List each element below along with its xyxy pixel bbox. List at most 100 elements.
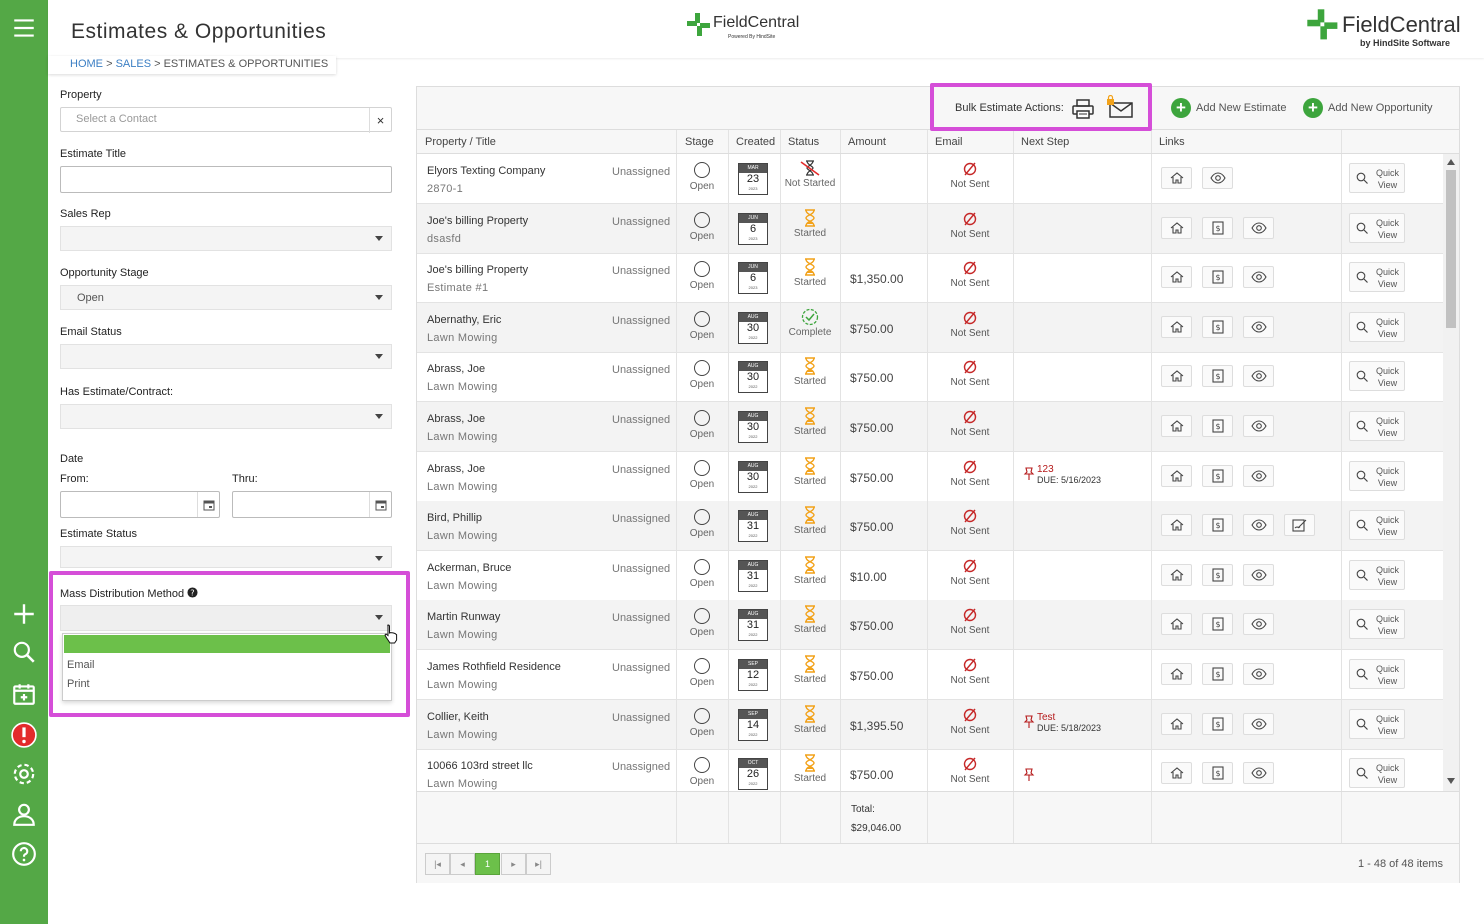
add-new-estimate-button[interactable]: + Add New Estimate	[1171, 98, 1286, 118]
estimate-doc-button[interactable]: $	[1202, 266, 1233, 289]
view-button[interactable]	[1243, 464, 1274, 487]
date-thru-input[interactable]	[232, 491, 392, 518]
estimate-doc-button[interactable]: $	[1202, 464, 1233, 487]
scrollbar-thumb[interactable]	[1446, 170, 1456, 328]
property-home-button[interactable]	[1161, 712, 1192, 735]
date-from-input[interactable]	[60, 491, 220, 518]
quick-view-button[interactable]: Quick View	[1349, 758, 1405, 789]
property-name[interactable]: Abrass, Joe	[427, 363, 485, 375]
help-icon[interactable]: ?	[187, 587, 198, 598]
property-home-button[interactable]	[1161, 266, 1192, 289]
property-name[interactable]: James Rothfield Residence	[427, 661, 561, 673]
breadcrumb-home-link[interactable]: HOME	[70, 58, 103, 70]
col-stage[interactable]: Stage	[685, 136, 714, 148]
quick-view-button[interactable]: Quick View	[1349, 163, 1405, 193]
property-name[interactable]: Joe's billing Property	[427, 264, 528, 276]
table-row[interactable]: Ackerman, Bruce Lawn Mowing Unassigned Open…	[417, 550, 1443, 601]
property-home-button[interactable]	[1161, 514, 1192, 537]
page-1-button[interactable]: 1	[475, 853, 500, 875]
col-created[interactable]: Created	[736, 136, 775, 148]
estimate-doc-button[interactable]: $	[1202, 762, 1233, 785]
property-home-button[interactable]	[1161, 563, 1192, 586]
prev-page-button[interactable]: ◂	[450, 853, 475, 875]
hamburger-menu-icon[interactable]	[8, 12, 40, 44]
calendar-icon[interactable]	[369, 492, 391, 517]
view-button[interactable]	[1243, 613, 1274, 636]
has-estimate-select[interactable]	[60, 404, 392, 429]
calendar-icon[interactable]	[197, 492, 219, 517]
estimate-doc-button[interactable]: $	[1202, 613, 1233, 636]
property-name[interactable]: Collier, Keith	[427, 711, 489, 723]
table-row[interactable]: Joe's billing Property dsasfd Unassigned Op…	[417, 203, 1443, 254]
next-page-button[interactable]: ▸	[501, 853, 526, 875]
clear-icon[interactable]: ×	[369, 108, 391, 133]
calendar-add-icon[interactable]	[8, 678, 40, 710]
table-row[interactable]: Bird, Phillip Lawn Mowing Unassigned Open AU…	[417, 501, 1443, 552]
sign-contract-button[interactable]	[1284, 514, 1315, 537]
table-row[interactable]: 10066 103rd street llc Lawn Mowing Unassig…	[417, 749, 1443, 791]
quick-view-button[interactable]: Quick View	[1349, 510, 1405, 541]
view-button[interactable]	[1243, 216, 1274, 239]
property-home-button[interactable]	[1161, 315, 1192, 338]
view-button[interactable]	[1243, 415, 1274, 437]
view-button[interactable]	[1243, 663, 1274, 685]
property-home-button[interactable]	[1161, 762, 1192, 785]
quick-view-button[interactable]: Quick View	[1349, 708, 1405, 739]
property-home-button[interactable]	[1161, 464, 1192, 487]
property-home-button[interactable]	[1161, 663, 1192, 685]
quick-view-button[interactable]: Quick View	[1349, 311, 1405, 342]
sales-rep-select[interactable]	[60, 226, 392, 251]
table-row[interactable]: Abrass, Joe Lawn Mowing Unassigned Open AUG 3…	[417, 451, 1443, 502]
estimate-doc-button[interactable]: $	[1202, 663, 1233, 685]
estimate-doc-button[interactable]: $	[1202, 415, 1233, 437]
search-icon[interactable]	[8, 636, 40, 668]
property-name[interactable]: Ackerman, Bruce	[427, 562, 511, 574]
add-icon[interactable]	[8, 598, 40, 630]
dropdown-option-email[interactable]: Email	[63, 654, 391, 676]
view-button[interactable]	[1243, 762, 1274, 785]
scroll-up-icon[interactable]	[1447, 159, 1455, 165]
col-amount[interactable]: Amount	[848, 136, 886, 148]
breadcrumb-sales-link[interactable]: SALES	[116, 58, 151, 70]
estimate-doc-button[interactable]: $	[1202, 514, 1233, 537]
view-button[interactable]	[1243, 266, 1274, 289]
dropdown-option-print[interactable]: Print	[63, 676, 391, 698]
col-next-step[interactable]: Next Step	[1021, 136, 1069, 148]
property-name[interactable]: Joe's billing Property	[427, 215, 528, 227]
add-new-opportunity-button[interactable]: + Add New Opportunity	[1303, 98, 1433, 118]
quick-view-button[interactable]: Quick View	[1349, 659, 1405, 689]
property-name[interactable]: Abrass, Joe	[427, 413, 485, 425]
mass-distribution-select[interactable]	[60, 605, 392, 631]
col-status[interactable]: Status	[788, 136, 819, 148]
estimate-status-select[interactable]	[60, 546, 392, 568]
property-name[interactable]: Elyors Texting Company	[427, 165, 545, 177]
table-row[interactable]: Abrass, Joe Lawn Mowing Unassigned Open AUG 3…	[417, 352, 1443, 403]
quick-view-button[interactable]: Quick View	[1349, 609, 1405, 640]
table-row[interactable]: James Rothfield Residence Lawn Mowing Unas…	[417, 650, 1443, 700]
quick-view-button[interactable]: Quick View	[1349, 361, 1405, 392]
view-button[interactable]	[1243, 365, 1274, 388]
table-row[interactable]: Martin Runway Lawn Mowing Unassigned Open AU…	[417, 600, 1443, 651]
table-row[interactable]: Joe's billing Property Estimate #1 Unassig…	[417, 253, 1443, 304]
grid-scrollbar[interactable]	[1443, 154, 1459, 791]
property-home-button[interactable]	[1161, 167, 1192, 189]
property-name[interactable]: Abernathy, Eric	[427, 314, 501, 326]
property-home-button[interactable]	[1161, 415, 1192, 437]
property-home-button[interactable]	[1161, 216, 1192, 239]
property-name[interactable]: Bird, Phillip	[427, 512, 482, 524]
table-row[interactable]: Abrass, Joe Lawn Mowing Unassigned Open AUG 3…	[417, 402, 1443, 452]
user-icon[interactable]	[8, 798, 40, 830]
view-button[interactable]	[1243, 563, 1274, 586]
property-name[interactable]: Martin Runway	[427, 611, 500, 623]
property-name[interactable]: Abrass, Joe	[427, 463, 485, 475]
last-page-button[interactable]: ▸|	[526, 853, 551, 875]
table-row[interactable]: Abernathy, Eric Lawn Mowing Unassigned Open…	[417, 302, 1443, 353]
quick-view-button[interactable]: Quick View	[1349, 460, 1405, 491]
view-button[interactable]	[1243, 712, 1274, 735]
property-input[interactable]: Select a Contact ×	[60, 107, 392, 133]
next-step[interactable]: 123 DUE: 5/16/2023	[1023, 464, 1101, 485]
help-icon[interactable]	[8, 838, 40, 870]
quick-view-button[interactable]: Quick View	[1349, 559, 1405, 590]
email-status-select[interactable]	[60, 344, 392, 369]
property-name[interactable]: 10066 103rd street llc	[427, 760, 533, 772]
